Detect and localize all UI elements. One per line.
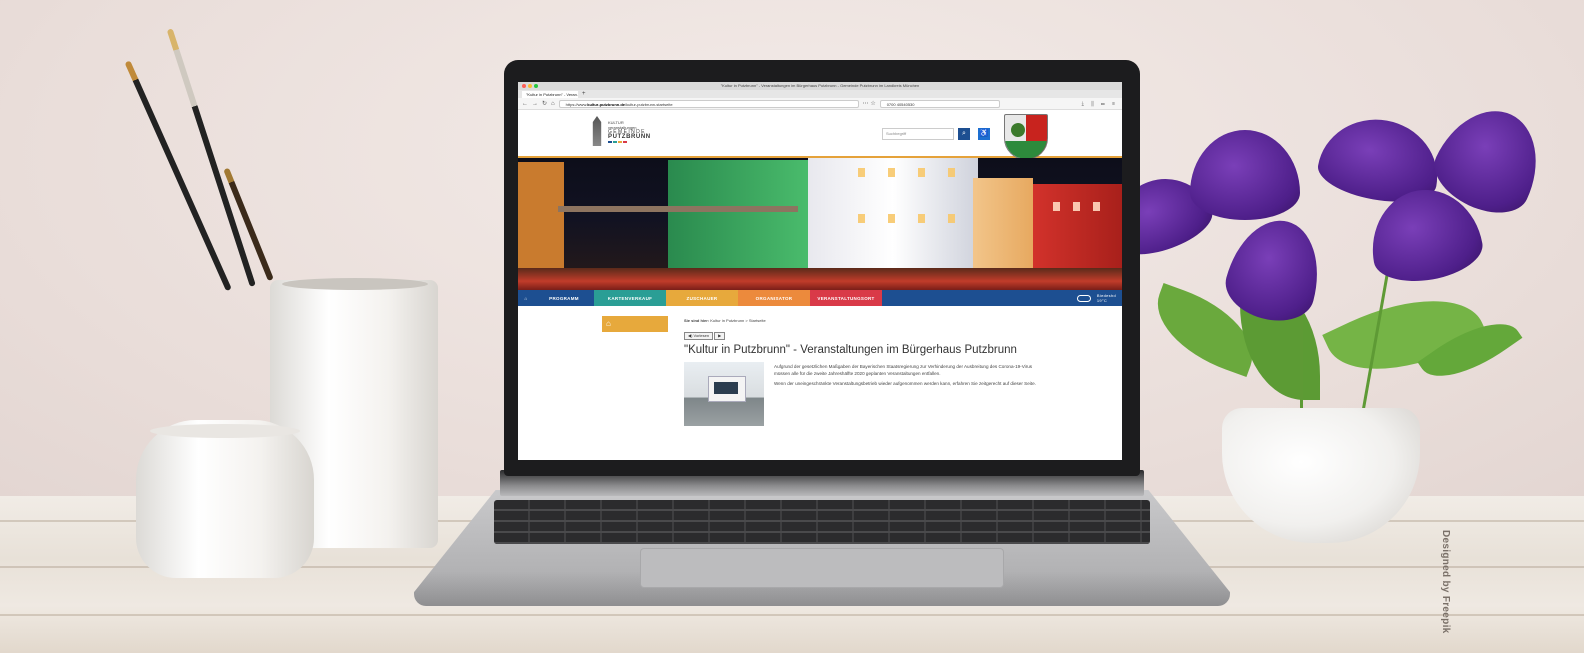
- site-logo[interactable]: KULTUR veranstaltungen GEMEINDE PUTZBRUN…: [590, 116, 651, 146]
- cup-rim: [282, 278, 428, 290]
- cloud-icon: [1076, 294, 1091, 302]
- pot-rim: [150, 424, 300, 438]
- hero-foreground: [518, 268, 1122, 290]
- weather-widget: Biedeshd 19°C: [882, 290, 1122, 306]
- url-path: /kultur-putzbrunn-startseite: [625, 101, 673, 107]
- minimize-window-button[interactable]: [528, 84, 532, 88]
- photo-credit: Designed by Freepik: [1440, 530, 1451, 634]
- close-window-button[interactable]: [522, 84, 526, 88]
- building-sandstone: [973, 178, 1033, 272]
- crest-tree: [1011, 123, 1025, 137]
- play-icon[interactable]: ▶: [714, 332, 726, 340]
- toolbar-icons[interactable]: ⤓ ⫼ ▭ ≡: [1082, 101, 1118, 107]
- nav-item-programm[interactable]: PROGRAMM: [534, 290, 594, 306]
- reload-icon[interactable]: ↻: [542, 100, 547, 107]
- nav-item-organisator[interactable]: ORGANISATOR: [738, 290, 810, 306]
- crest-base: [1005, 141, 1047, 159]
- tower-icon: [592, 116, 602, 146]
- read-aloud-control: ◀) Vorlesen ▶: [684, 332, 726, 340]
- new-tab-icon[interactable]: +: [582, 91, 586, 97]
- page-actions-icon[interactable]: ⋯ ☆: [863, 100, 876, 107]
- pergola: [558, 206, 798, 212]
- page-content: ⌂ Sie sind hier: Kultur in Putzbrunn > S…: [518, 306, 1122, 460]
- weather-temp: 19°C: [1096, 298, 1108, 303]
- building-left: [518, 162, 564, 272]
- building-red-lit: [1033, 184, 1122, 272]
- browser-toolbar: ← → ↻ ⌂ https://www.kultur-putzbrunn.de/…: [518, 98, 1122, 110]
- search-icon[interactable]: ⌕: [958, 128, 970, 140]
- nav-home-icon[interactable]: ⌂: [518, 290, 534, 306]
- back-icon[interactable]: ←: [522, 101, 528, 107]
- window-controls: [522, 84, 538, 88]
- url-prefix: https://www.: [565, 101, 588, 107]
- maximize-window-button[interactable]: [534, 84, 538, 88]
- logo-color-bars: [608, 140, 651, 143]
- browser-title-bar: "Kultur in Putzbrunn" - Veranstaltungen …: [518, 82, 1122, 90]
- nav-item-zuschauer[interactable]: ZUSCHAUER: [666, 290, 738, 306]
- read-aloud-button[interactable]: ◀) Vorlesen: [684, 332, 714, 340]
- url-domain: kultur-putzbrunn.de: [587, 101, 625, 107]
- logo-text: KULTUR veranstaltungen GEMEINDE PUTZBRUN…: [608, 120, 651, 143]
- main-navigation: ⌂ PROGRAMM KARTENVERKAUF ZUSCHAUER ORGAN…: [518, 290, 1122, 306]
- laptop-trackpad: [640, 548, 1004, 588]
- building-entrance: [714, 382, 738, 394]
- address-bar[interactable]: https://www.kultur-putzbrunn.de/kultur-p…: [558, 99, 859, 108]
- article-paragraph: Aufgrund der gesetzlichen Maßgaben der B…: [774, 364, 1033, 376]
- logo-line-4: PUTZBRUNN: [608, 133, 651, 140]
- article-image: [684, 362, 764, 426]
- nav-item-kartenverkauf[interactable]: KARTENVERKAUF: [594, 290, 666, 306]
- article-text: Aufgrund der gesetzlichen Maßgaben der B…: [774, 364, 1044, 392]
- breadcrumb: Sie sind hier: Kultur in Putzbrunn > Sta…: [684, 318, 766, 323]
- breadcrumb-path[interactable]: Kultur in Putzbrunn > Startseite: [710, 318, 765, 323]
- building-green-lit: [668, 160, 818, 270]
- nav-item-veranstaltungsort[interactable]: VERANSTALTUNGSORT: [810, 290, 882, 306]
- breadcrumb-label: Sie sind hier:: [684, 318, 710, 323]
- home-tile-icon[interactable]: ⌂: [602, 316, 668, 332]
- page-title: "Kultur in Putzbrunn" - Veranstaltungen …: [684, 344, 1017, 356]
- browser-tab[interactable]: "Kultur in Putzbrunn" - Veran…: [522, 90, 578, 98]
- table-plank-line: [0, 614, 1584, 616]
- article-paragraph: Wenn der uneingeschränkte Veranstaltungs…: [774, 381, 1036, 386]
- keyboard-rows: [494, 500, 1150, 544]
- small-pot: [136, 420, 314, 578]
- home-icon[interactable]: ⌂: [551, 101, 555, 107]
- forward-icon[interactable]: →: [532, 101, 538, 107]
- laptop-screen: "Kultur in Putzbrunn" - Veranstaltungen …: [518, 82, 1122, 460]
- site-search-input[interactable]: Suchbegriff: [882, 128, 954, 140]
- browser-tab-bar: "Kultur in Putzbrunn" - Veran… +: [518, 90, 1122, 98]
- accessibility-icon[interactable]: ♿: [978, 128, 990, 140]
- site-header: KULTUR veranstaltungen GEMEINDE PUTZBRUN…: [518, 110, 1122, 160]
- coat-of-arms-icon: [1004, 114, 1048, 160]
- hero-image: [518, 158, 1122, 290]
- browser-search-field[interactable]: 0700 40540530: [879, 99, 1000, 108]
- window-title: "Kultur in Putzbrunn" - Veranstaltungen …: [720, 83, 920, 88]
